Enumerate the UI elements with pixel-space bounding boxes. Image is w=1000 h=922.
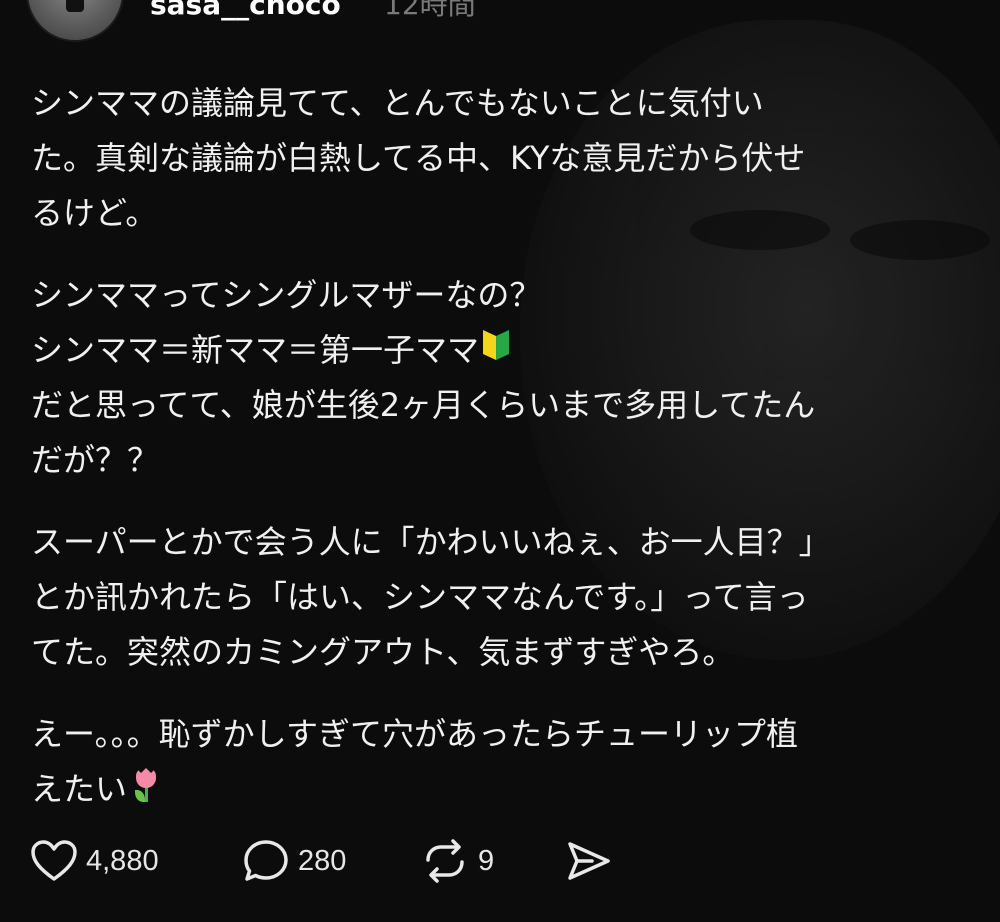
repost-icon [426,839,464,883]
post-paragraph-1: シンママの議論見てて、とんでもないことに気付い た。真剣な議論が白熱してる中、K… [31,84,806,232]
share-button[interactable] [566,836,612,886]
post-header: sasa__choco 12時間 ••• [0,0,1000,50]
share-icon [568,842,610,880]
post-paragraph-2: シンママってシングルマザーなの？ シンママ＝新ママ＝第一子ママ [31,268,971,378]
reply-count: 280 [298,844,347,877]
post-time: 12時間 [384,0,476,21]
comment-icon [244,840,288,881]
username[interactable]: sasa__choco [150,0,341,20]
post-paragraph-4: えー。。。恥ずかしすぎて穴があったらチューリップ植 えたい [31,707,971,817]
post-body: シンママの議論見てて、とんでもないことに気付い た。真剣な議論が白熱してる中、K… [31,76,971,844]
avatar-figure [66,0,84,12]
post-paragraph-2b: だと思ってて、娘が生後2ヶ月くらいまで多用してたん だが？？ [31,386,816,479]
heart-icon [31,840,77,881]
beginner-mark-icon [483,330,510,366]
post-paragraph-2-text: シンママってシングルマザーなの？ シンママ＝新ママ＝第一子ママ [31,276,542,369]
action-bar: 4,880 280 9 [30,836,730,886]
like-button[interactable]: 4,880 [30,836,159,886]
repost-count: 9 [478,844,495,877]
avatar[interactable] [26,0,124,42]
repost-button[interactable]: 9 [420,836,494,886]
post-paragraph-3: スーパーとかで会う人に「かわいいねぇ、お一人目？」 とか訊かれたら「はい、シンマ… [31,523,831,671]
tulip-icon [131,766,161,806]
reply-button[interactable]: 280 [242,836,346,886]
like-count: 4,880 [86,844,159,877]
